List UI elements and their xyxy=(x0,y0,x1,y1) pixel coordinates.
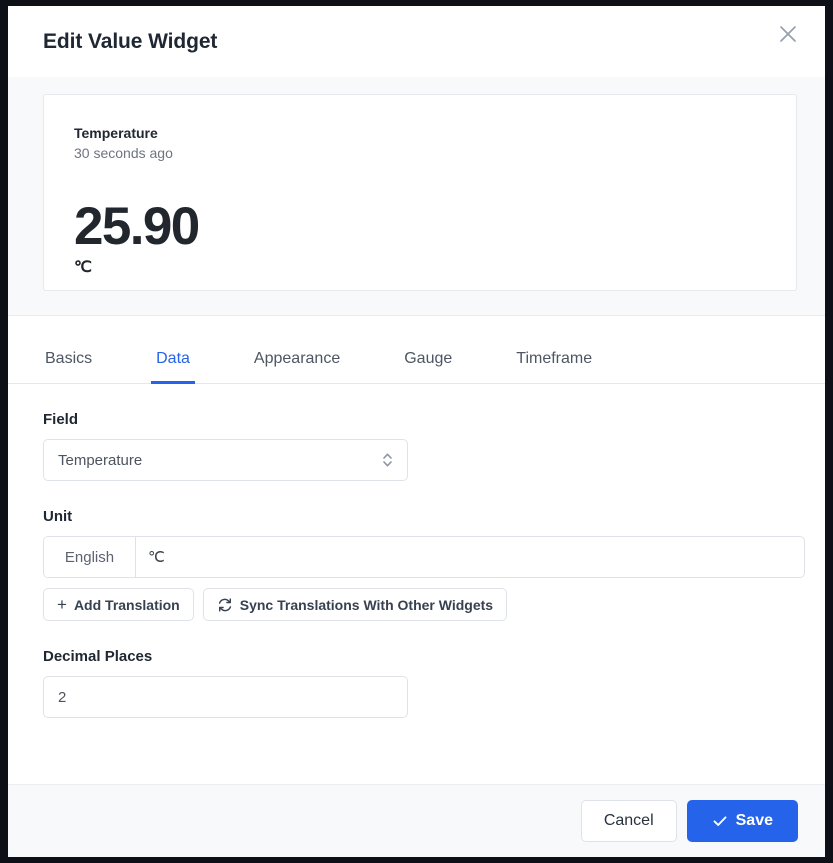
page-title: Edit Value Widget xyxy=(43,29,218,53)
sync-icon xyxy=(217,597,233,613)
save-label: Save xyxy=(735,812,773,829)
close-icon[interactable] xyxy=(771,17,805,51)
unit-language-label: English xyxy=(44,537,136,577)
cancel-label: Cancel xyxy=(603,812,654,829)
value-widget-preview-card: Temperature 30 seconds ago 25.90 ℃ xyxy=(43,94,797,291)
field-group: Field Temperature xyxy=(43,411,797,481)
field-label: Field xyxy=(43,411,79,428)
unit-input-row: English ℃ xyxy=(43,536,805,578)
field-select-value: Temperature xyxy=(58,451,143,469)
unit-group: Unit English ℃ + Add Translation Sync Tr… xyxy=(43,508,805,621)
tab-gauge[interactable]: Gauge xyxy=(402,350,454,383)
check-icon xyxy=(712,813,728,829)
unit-input[interactable]: ℃ xyxy=(136,537,804,577)
tab-timeframe[interactable]: Timeframe xyxy=(514,350,594,383)
widget-preview-section: Temperature 30 seconds ago 25.90 ℃ xyxy=(8,77,825,316)
decimal-places-group: Decimal Places 2 xyxy=(43,648,797,718)
tab-data[interactable]: Data xyxy=(151,350,195,384)
chevron-up-down-icon xyxy=(381,450,394,470)
sync-translations-label: Sync Translations With Other Widgets xyxy=(239,596,494,613)
cancel-button[interactable]: Cancel xyxy=(580,800,677,842)
dialog-header: Edit Value Widget xyxy=(8,6,825,77)
preview-title: Temperature xyxy=(74,125,158,141)
add-translation-label: Add Translation xyxy=(73,596,180,613)
sync-translations-button[interactable]: Sync Translations With Other Widgets xyxy=(202,588,508,621)
field-select-wrapper: Temperature xyxy=(43,439,408,481)
screen: Edit Value Widget Temperature 30 seconds… xyxy=(0,0,833,863)
field-select[interactable]: Temperature xyxy=(43,439,408,481)
unit-actions: + Add Translation Sync Translations With… xyxy=(43,588,797,621)
preview-value: 25.90 xyxy=(74,197,200,256)
add-translation-button[interactable]: + Add Translation xyxy=(43,588,194,621)
unit-label: Unit xyxy=(43,508,73,525)
preview-unit: ℃ xyxy=(74,259,92,276)
settings-tabs: Basics Data Appearance Gauge Timeframe xyxy=(8,316,825,384)
data-tab-panel: Field Temperature Unit English ℃ + Add T… xyxy=(8,384,825,784)
decimal-places-input[interactable]: 2 xyxy=(43,676,408,718)
save-button[interactable]: Save xyxy=(686,800,798,842)
edit-value-widget-dialog: Edit Value Widget Temperature 30 seconds… xyxy=(8,6,825,857)
preview-timestamp: 30 seconds ago xyxy=(74,144,173,161)
dialog-footer: Cancel Save xyxy=(8,784,825,857)
plus-icon: + xyxy=(57,595,67,614)
decimal-places-label: Decimal Places xyxy=(43,648,153,665)
tab-appearance[interactable]: Appearance xyxy=(252,350,342,383)
tab-basics[interactable]: Basics xyxy=(43,350,94,383)
